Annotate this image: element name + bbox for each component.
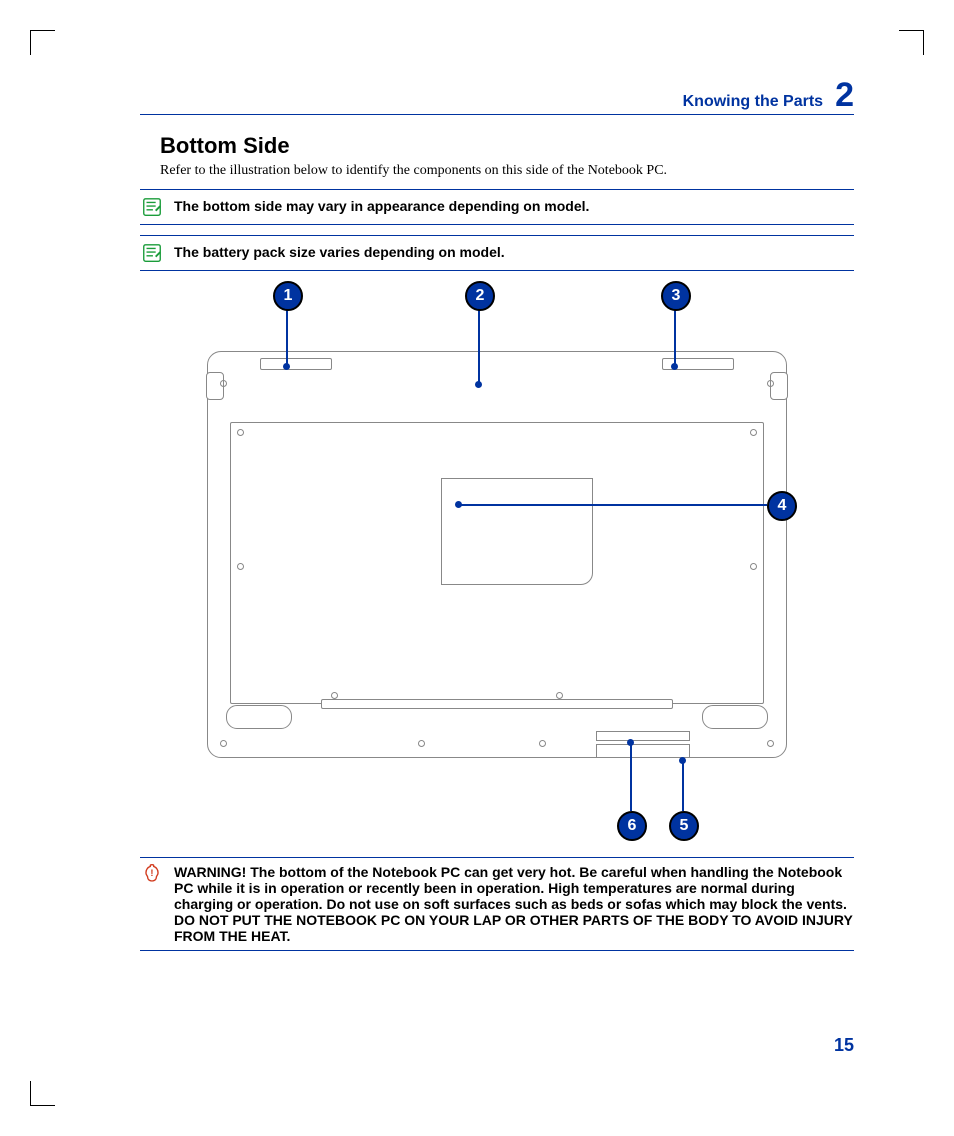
callout-3: 3 bbox=[661, 281, 691, 311]
lead-4 bbox=[459, 504, 767, 506]
chapter-title: Knowing the Parts bbox=[683, 93, 823, 111]
header-divider bbox=[140, 114, 854, 115]
bottom-side-diagram: 1 2 3 4 5 6 bbox=[197, 281, 797, 841]
warning-block: ! WARNING! The bottom of the Notebook PC… bbox=[140, 857, 854, 951]
warning-text: WARNING! The bottom of the Notebook PC c… bbox=[174, 864, 854, 944]
screw bbox=[331, 692, 338, 699]
docking-port bbox=[596, 744, 690, 758]
lead-1 bbox=[286, 309, 288, 365]
screw bbox=[539, 740, 546, 747]
lead-3-dot bbox=[671, 363, 678, 370]
screw bbox=[750, 429, 757, 436]
callout-4: 4 bbox=[767, 491, 797, 521]
chapter-header: Knowing the Parts 2 bbox=[140, 78, 854, 112]
compartment-panel bbox=[230, 422, 764, 704]
crop-mark-bl bbox=[30, 1081, 55, 1106]
note-block-1: The bottom side may vary in appearance d… bbox=[140, 189, 854, 225]
section-heading: Bottom Side bbox=[160, 133, 854, 159]
note-icon bbox=[140, 196, 164, 218]
battery-lock-left bbox=[260, 358, 332, 370]
rubber-foot-right bbox=[702, 705, 768, 729]
screw bbox=[237, 563, 244, 570]
laptop-bottom-outline bbox=[207, 351, 787, 758]
screw bbox=[418, 740, 425, 747]
crop-mark-tl bbox=[30, 30, 55, 55]
lead-4-dot bbox=[455, 501, 462, 508]
lead-6 bbox=[630, 743, 632, 811]
callout-6: 6 bbox=[617, 811, 647, 841]
callout-2: 2 bbox=[465, 281, 495, 311]
note-block-2: The battery pack size varies depending o… bbox=[140, 235, 854, 271]
lead-5 bbox=[682, 761, 684, 811]
screw bbox=[556, 692, 563, 699]
callout-5: 5 bbox=[669, 811, 699, 841]
lead-2-dot bbox=[475, 381, 482, 388]
page-number: 15 bbox=[834, 1035, 854, 1056]
page-content: Knowing the Parts 2 Bottom Side Refer to… bbox=[140, 78, 854, 1046]
lead-3 bbox=[674, 309, 676, 365]
screw bbox=[237, 429, 244, 436]
chapter-number: 2 bbox=[835, 78, 854, 112]
rubber-foot-left bbox=[226, 705, 292, 729]
callout-1: 1 bbox=[273, 281, 303, 311]
lead-1-dot bbox=[283, 363, 290, 370]
svg-text:!: ! bbox=[150, 867, 153, 878]
note-text-2: The battery pack size varies depending o… bbox=[174, 242, 505, 260]
screw bbox=[767, 740, 774, 747]
section-subtitle: Refer to the illustration below to ident… bbox=[160, 163, 854, 179]
lead-2 bbox=[478, 309, 480, 383]
note-text-1: The bottom side may vary in appearance d… bbox=[174, 196, 589, 214]
crop-mark-tr bbox=[899, 30, 924, 55]
screw bbox=[767, 380, 774, 387]
screw bbox=[750, 563, 757, 570]
screw bbox=[220, 380, 227, 387]
lead-6-dot bbox=[627, 739, 634, 746]
vent-slot bbox=[596, 731, 690, 741]
lead-5-dot bbox=[679, 757, 686, 764]
label-panel bbox=[441, 478, 593, 585]
note-icon bbox=[140, 242, 164, 264]
warning-icon: ! bbox=[140, 864, 164, 886]
screw bbox=[220, 740, 227, 747]
panel-edge bbox=[321, 699, 673, 709]
